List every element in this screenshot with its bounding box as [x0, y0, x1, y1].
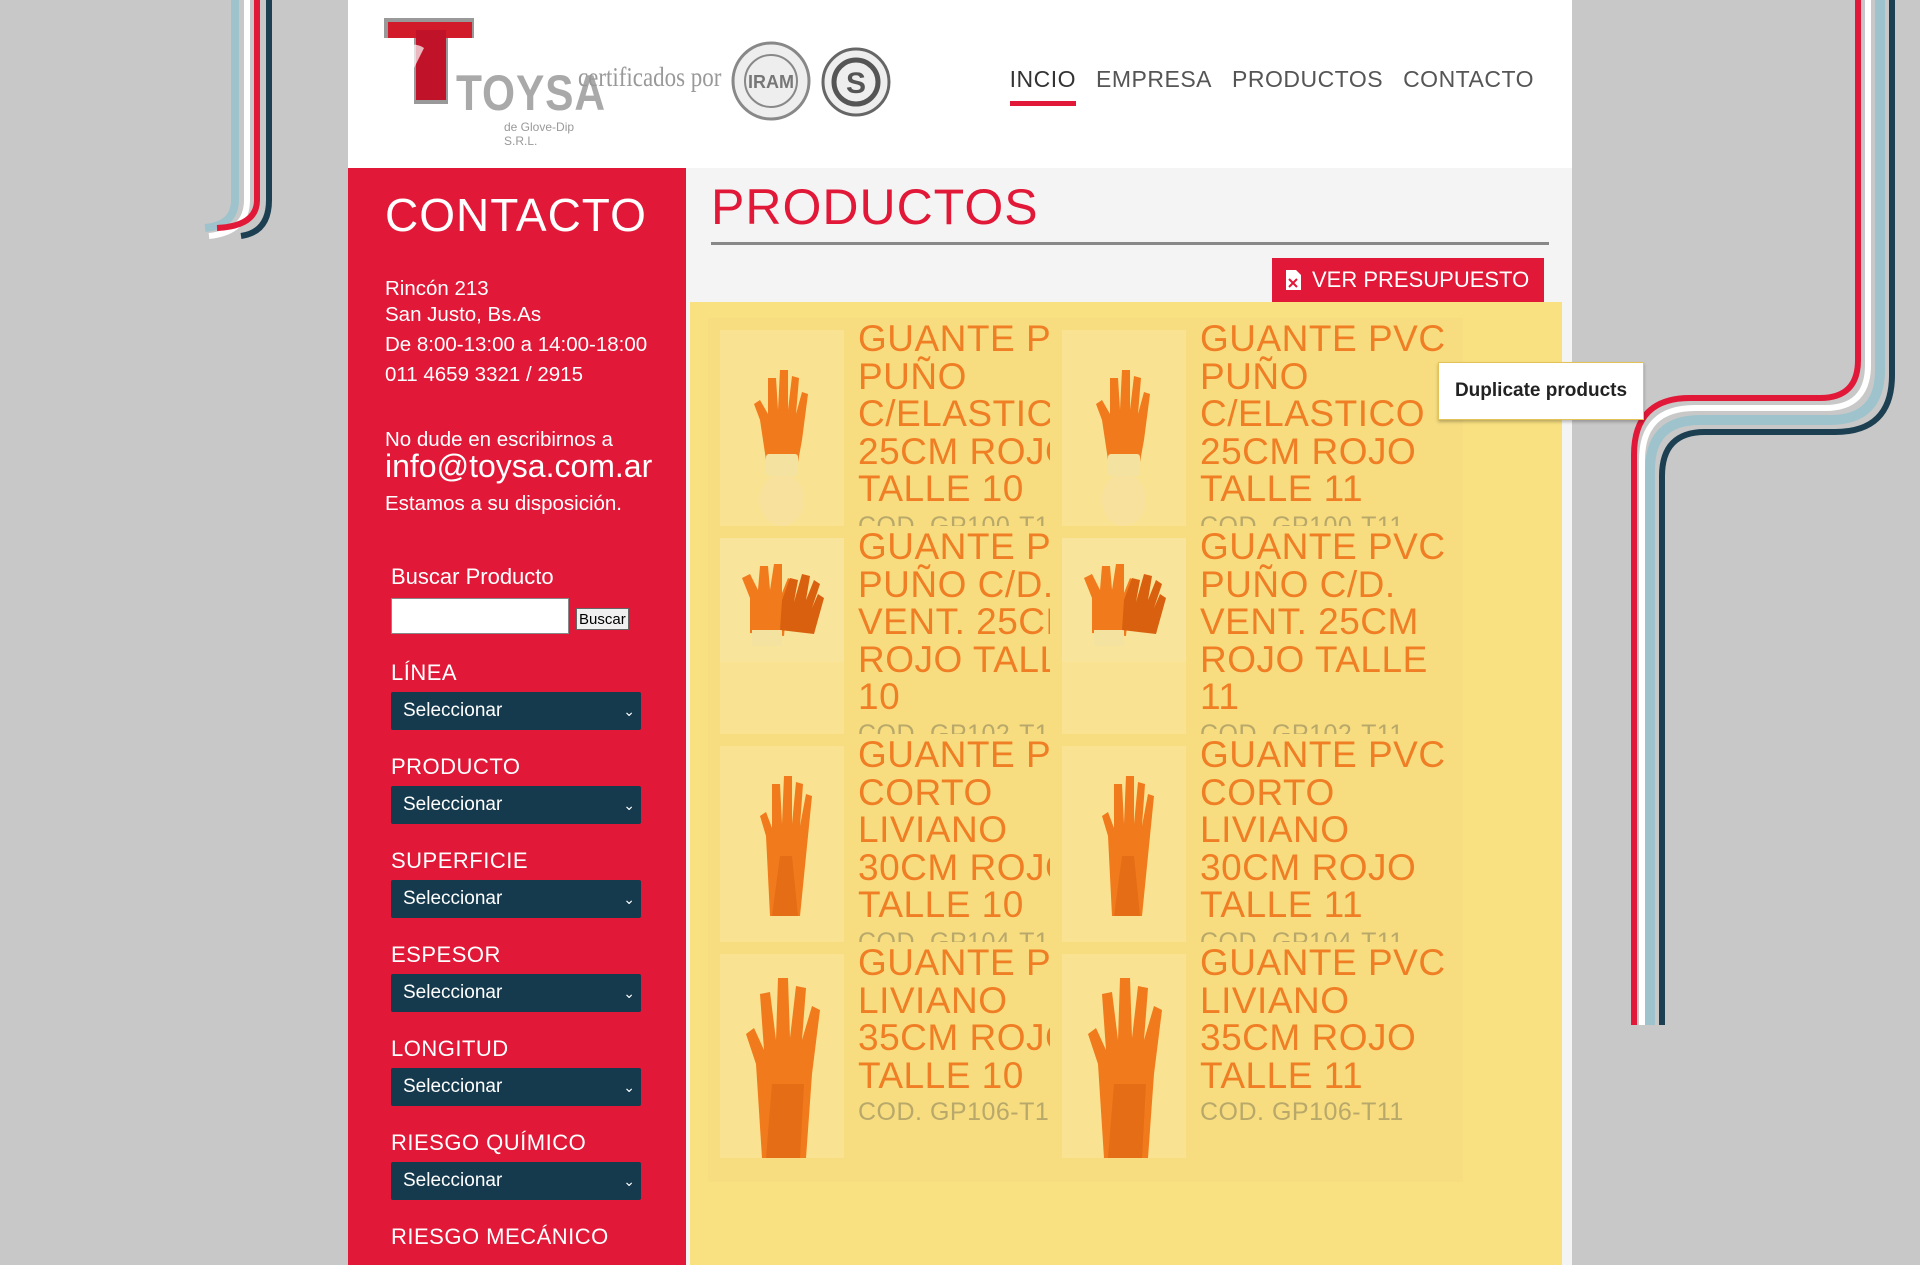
chevron-down-icon: ⌄ [623, 1173, 635, 1189]
product-name[interactable]: GUANTE PVC LIVIANO 35CM ROJO TALLE 11 [1200, 944, 1460, 1094]
product-card[interactable]: GUANTE PVC PUÑO C/ELASTICO 25CM ROJO TAL… [1050, 318, 1463, 558]
product-grid: GUANTE PVC PUÑO C/ELASTICO 25CM ROJO TAL… [690, 302, 1562, 1265]
filter-label: PRODUCTO [391, 754, 521, 779]
filter-label: SUPERFICIE [391, 848, 529, 873]
address-line1: Rincón 213 [385, 277, 489, 300]
contact-details: Rincón 213 San Justo, Bs.As De 8:00-13:0… [385, 276, 647, 388]
certified-by-text: certificados por [578, 62, 722, 92]
filter-label: LONGITUD [391, 1036, 509, 1061]
toysa-logo[interactable]: TOYSA de Glove-Dip S.R.L. [384, 18, 605, 148]
search-input[interactable] [391, 598, 569, 634]
nav-empresa[interactable]: EMPRESA [1096, 66, 1212, 106]
address-line2: San Justo, Bs.As [385, 303, 542, 326]
filter-select-value: Seleccionar [403, 1076, 503, 1097]
product-card[interactable]: GUANTE PVC PUÑO C/D. VENT. 25CM ROJO TAL… [1050, 526, 1463, 766]
filter-select-value: Seleccionar [403, 982, 503, 1003]
chevron-down-icon: ⌄ [623, 703, 635, 719]
svg-text:IRAM: IRAM [748, 72, 794, 92]
glove-pair-icon[interactable] [720, 538, 844, 742]
logo-subtitle: de Glove-Dip S.R.L. [504, 120, 575, 148]
filter-select[interactable]: Seleccionar ⌄ [391, 692, 641, 730]
nav-inicio[interactable]: INCIO [1009, 66, 1077, 106]
header: TOYSA de Glove-Dip S.R.L. certificados p… [348, 0, 1572, 168]
product-name[interactable]: GUANTE PVC PUÑO C/ELASTICO 25CM ROJO TAL… [1200, 320, 1460, 508]
availability-text: Estamos a su disposición. [385, 492, 623, 515]
products-main: PRODUCTOS VER PRESUPUESTO GUANTE PVC PUÑ… [686, 168, 1572, 1265]
s-seal-icon: S [821, 47, 891, 117]
chevron-down-icon: ⌄ [623, 1079, 635, 1095]
phone-number: 011 4659 3321 / 2915 [385, 363, 583, 386]
product-name[interactable]: GUANTE PVC CORTO LIVIANO 30CM ROJO TALLE… [1200, 736, 1460, 924]
chevron-down-icon: ⌄ [623, 985, 635, 1001]
search-label: Buscar Producto [391, 564, 554, 589]
filter-select[interactable]: Seleccionar ⌄ [391, 1162, 641, 1200]
glove-short-icon[interactable] [1062, 746, 1186, 950]
sidebar-title: CONTACTO [385, 189, 647, 241]
filter-label: ESPESOR [391, 942, 501, 967]
chevron-down-icon: ⌄ [623, 797, 635, 813]
filter-select[interactable]: Seleccionar ⌄ [391, 1068, 641, 1106]
view-quote-label: VER PRESUPUESTO [1312, 267, 1530, 292]
filter-select[interactable]: Seleccionar ⌄ [391, 974, 641, 1012]
iram-seal-icon: IRAM [731, 41, 811, 121]
product-code: COD. GP106-T10 [858, 1098, 1064, 1126]
document-icon [1286, 270, 1301, 290]
title-divider [711, 242, 1549, 245]
nav-contacto[interactable]: CONTACTO [1403, 66, 1534, 106]
search-button[interactable]: Buscar [576, 608, 629, 630]
filter-select-value: Seleccionar [403, 794, 503, 815]
main-nav: INCIO EMPRESA PRODUCTOS CONTACTO [1009, 66, 1534, 106]
page-title: PRODUCTOS [711, 179, 1039, 235]
email-link[interactable]: info@toysa.com.ar [385, 448, 652, 485]
filter-label: LÍNEA [391, 660, 458, 685]
filter-label: RIESGO MECÁNICO [391, 1224, 609, 1249]
product-card[interactable]: GUANTE PVC LIVIANO 35CM ROJO TALLE 11 COD… [1050, 942, 1463, 1182]
sidebar: CONTACTO Rincón 213 San Justo, Bs.As De … [348, 168, 686, 1265]
decorative-stripes-left [204, 0, 272, 239]
glove-elastic-icon[interactable] [720, 330, 844, 534]
glove-long-icon[interactable] [720, 954, 844, 1158]
filter-select-value: Seleccionar [403, 888, 503, 909]
filter-select[interactable]: Seleccionar ⌄ [391, 786, 641, 824]
site-container: TOYSA de Glove-Dip S.R.L. certificados p… [348, 0, 1572, 1265]
filter-select-value: Seleccionar [403, 700, 503, 721]
view-quote-button[interactable]: VER PRESUPUESTO [1272, 258, 1544, 302]
opening-hours: De 8:00-13:00 a 14:00-18:00 [385, 333, 648, 356]
svg-text:S: S [846, 67, 866, 100]
glove-pair-icon[interactable] [1062, 538, 1186, 742]
chevron-down-icon: ⌄ [623, 891, 635, 907]
filter-select-value: Seleccionar [403, 1170, 503, 1191]
product-code: COD. GP106-T11 [1200, 1098, 1404, 1126]
glove-short-icon[interactable] [720, 746, 844, 950]
product-card[interactable]: GUANTE PVC CORTO LIVIANO 30CM ROJO TALLE… [1050, 734, 1463, 974]
nav-productos[interactable]: PRODUCTOS [1232, 66, 1383, 106]
filter-label: RIESGO QUÍMICO [391, 1130, 587, 1155]
glove-long-icon[interactable] [1062, 954, 1186, 1158]
decorative-stripes-right [1631, 0, 1895, 1025]
duplicate-products-tooltip: Duplicate products [1438, 362, 1644, 420]
product-name[interactable]: GUANTE PVC PUÑO C/D. VENT. 25CM ROJO TAL… [1200, 528, 1460, 716]
filter-select[interactable]: Seleccionar ⌄ [391, 880, 641, 918]
glove-elastic-icon[interactable] [1062, 330, 1186, 534]
